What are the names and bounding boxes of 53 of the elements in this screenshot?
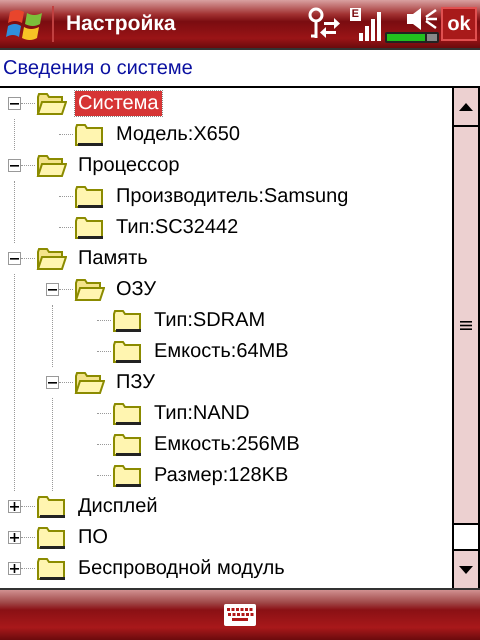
- folder-icon: [35, 526, 67, 550]
- plus-icon: [10, 502, 19, 511]
- tree-item[interactable]: Тип:SDRAM: [151, 308, 268, 333]
- collapse-button[interactable]: [8, 97, 21, 110]
- open-folder-icon: [73, 370, 105, 394]
- folder-icon: [111, 464, 143, 488]
- collapse-button[interactable]: [8, 159, 21, 172]
- ok-button[interactable]: ok: [441, 7, 477, 41]
- folder-icon: [111, 308, 143, 332]
- scrollbar[interactable]: [452, 88, 480, 588]
- open-folder-icon: [35, 154, 67, 178]
- tree-item[interactable]: Дисплей: [75, 494, 161, 519]
- plus-icon: [10, 533, 19, 542]
- speaker-icon[interactable]: [405, 6, 439, 32]
- folder-icon: [111, 340, 143, 364]
- tree-item[interactable]: Размер:128KB: [151, 463, 292, 488]
- folder-icon: [73, 122, 105, 146]
- window-title: Настройка: [66, 12, 177, 36]
- battery-icon: [385, 32, 439, 42]
- folder-icon: [35, 494, 67, 518]
- up-arrow-icon: [459, 102, 473, 110]
- folder-icon: [111, 402, 143, 426]
- tree-item[interactable]: Тип:NAND: [151, 401, 253, 426]
- tree-item[interactable]: Тип:SC32442: [113, 215, 242, 240]
- tree-item[interactable]: Модель:X650: [113, 122, 244, 147]
- folder-icon: [73, 184, 105, 208]
- collapse-button[interactable]: [46, 283, 59, 296]
- tree-item[interactable]: ПО: [75, 525, 111, 550]
- tree-item[interactable]: Память: [75, 246, 151, 271]
- expand-button[interactable]: [8, 531, 21, 544]
- open-folder-icon: [35, 246, 67, 270]
- down-arrow-icon: [459, 566, 473, 574]
- folder-icon: [73, 216, 105, 240]
- tree-item[interactable]: Процессор: [75, 153, 182, 178]
- plus-icon: [10, 564, 19, 573]
- tree-item[interactable]: ПЗУ: [113, 370, 158, 395]
- tree-item[interactable]: ОЗУ: [113, 277, 160, 302]
- expand-button[interactable]: [8, 562, 21, 575]
- network-type-label: E: [350, 8, 361, 21]
- folder-icon: [111, 432, 143, 456]
- tree-item[interactable]: Емкость:256MB: [151, 432, 303, 457]
- open-folder-icon: [35, 92, 67, 116]
- tree-item[interactable]: Производитель:Samsung: [113, 184, 352, 209]
- tree-item[interactable]: Система: [75, 91, 162, 116]
- collapse-button[interactable]: [46, 376, 59, 389]
- folder-icon: [35, 556, 67, 580]
- open-folder-icon: [73, 278, 105, 302]
- keyboard-icon[interactable]: [224, 604, 256, 626]
- tree-item[interactable]: Беспроводной модуль: [75, 556, 288, 581]
- tree-item[interactable]: Емкость:64MB: [151, 339, 292, 364]
- collapse-button[interactable]: [8, 252, 21, 265]
- expand-button[interactable]: [8, 500, 21, 513]
- page-heading: Сведения о системе: [0, 50, 480, 88]
